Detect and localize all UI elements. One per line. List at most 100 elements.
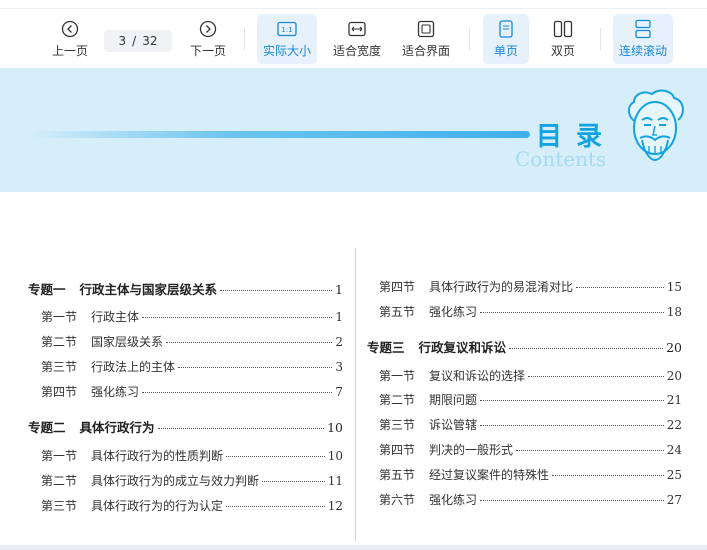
toc-entry-text: 行政主体与国家层级关系	[79, 282, 218, 297]
toc-section-entry[interactable]: 第六节 强化练习 27	[379, 491, 682, 509]
toc-section-entry[interactable]: 第二节 国家层级关系 2	[41, 333, 343, 351]
toc-chapter-entry[interactable]: 专题一 行政主体与国家层级关系 1	[28, 279, 343, 297]
toc-page-number: 15	[666, 280, 682, 294]
actual-size-button[interactable]: 1:1 实际大小	[257, 14, 317, 64]
toc-entry-number: 第二节	[41, 474, 78, 488]
toc-leader-dots	[178, 367, 333, 368]
toc-page-number: 27	[666, 493, 682, 507]
toc-entry-title: 第二节 具体行政行为的成立与效力判断	[41, 472, 259, 489]
toc-entry-title: 第五节 经过复议案件的特殊性	[379, 466, 549, 483]
toc-section-entry[interactable]: 第二节 期限问题 21	[379, 391, 682, 409]
toc-section-entry[interactable]: 第一节 复议和诉讼的选择 20	[379, 367, 682, 385]
chevron-left-icon	[59, 18, 81, 40]
toc-leader-dots	[166, 342, 333, 343]
toc-leader-dots	[516, 450, 664, 451]
document-page: 专题一 行政主体与国家层级关系 1 第一节 行政主体 1 第二节 国家层级关系 2 第三节 行政法上…	[0, 192, 707, 545]
continuous-scroll-button[interactable]: 连续滚动	[613, 14, 673, 64]
toolbar: 上一页 3 / 32 下一页 1:1 实际大小 适合宽度 适合界面 单页 双页 …	[0, 0, 707, 68]
toc-entry-number: 第六节	[379, 493, 416, 507]
toc-section-entry[interactable]: 第三节 行政法上的主体 3	[41, 358, 343, 376]
prev-page-button[interactable]: 上一页	[46, 14, 94, 64]
prev-page-label: 上一页	[51, 44, 88, 58]
toc-page-number: 2	[335, 335, 343, 349]
toc-entry-title: 第一节 复议和诉讼的选择	[379, 367, 525, 384]
toc-entry-number: 第二节	[41, 335, 78, 349]
chevron-right-icon	[197, 18, 219, 40]
toc-section-entry[interactable]: 第三节 具体行政行为的行为认定 12	[41, 497, 343, 515]
column-separator	[355, 248, 356, 542]
current-page-number[interactable]: 3	[119, 34, 127, 48]
toc-entry-text: 行政复议和诉讼	[418, 340, 507, 355]
toc-entry-title: 第二节 期限问题	[379, 391, 477, 408]
toc-page-number: 21	[666, 393, 682, 407]
fit-width-button[interactable]: 适合宽度	[327, 14, 387, 64]
toc-chapter-entry[interactable]: 专题三 行政复议和诉讼 20	[367, 337, 682, 355]
page-indicator[interactable]: 3 / 32	[104, 30, 172, 52]
next-page-label: 下一页	[189, 44, 226, 58]
toc-entry-text: 复议和诉讼的选择	[429, 369, 526, 383]
toc-entry-text: 期限问题	[429, 393, 478, 407]
toc-entry-text: 经过复议案件的特殊性	[429, 468, 550, 482]
toc-leader-dots	[552, 475, 664, 476]
toc-page-number: 25	[666, 468, 682, 482]
toc-page-number: 10	[327, 420, 343, 435]
toc-entry-text: 具体行政行为的易混淆对比	[429, 280, 574, 294]
toc-leader-dots	[262, 481, 325, 482]
toc-leader-dots	[480, 312, 664, 313]
fit-width-label: 适合宽度	[332, 44, 381, 58]
toc-page-number: 22	[666, 418, 682, 432]
toc-entry-number: 第三节	[41, 499, 78, 513]
toc-banner: 目录 Contents	[0, 68, 707, 192]
toc-entry-number: 专题二	[28, 420, 66, 435]
fit-page-label: 适合界面	[401, 44, 450, 58]
toc-entry-number: 第四节	[379, 443, 416, 457]
toc-page-number: 20	[666, 340, 682, 355]
toc-entry-text: 行政法上的主体	[91, 360, 176, 374]
toc-chapter-entry[interactable]: 专题二 具体行政行为 10	[28, 417, 343, 435]
toc-section-entry[interactable]: 第一节 具体行政行为的性质判断 10	[41, 447, 343, 465]
toc-page-number: 11	[327, 474, 343, 488]
toc-leader-dots	[576, 287, 664, 288]
toc-entry-text: 国家层级关系	[91, 335, 164, 349]
toc-section-entry[interactable]: 第四节 判决的一般形式 24	[379, 441, 682, 459]
toc-section-entry[interactable]: 第五节 强化练习 18	[379, 303, 682, 321]
toc-entry-text: 判决的一般形式	[429, 443, 514, 457]
toc-section-entry[interactable]: 第四节 具体行政行为的易混淆对比 15	[379, 278, 682, 296]
toc-section-entry[interactable]: 第一节 行政主体 1	[41, 308, 343, 326]
toc-page-number: 1	[335, 310, 343, 324]
toc-section-entry[interactable]: 第五节 经过复议案件的特殊性 25	[379, 466, 682, 484]
toc-entry-title: 第一节 行政主体	[41, 308, 139, 325]
toc-section-entry[interactable]: 第二节 具体行政行为的成立与效力判断 11	[41, 472, 343, 490]
toc-entry-title: 第四节 判决的一般形式	[379, 441, 513, 458]
toc-leader-dots	[142, 392, 333, 393]
toc-page-number: 12	[327, 499, 343, 513]
toc-entry-title: 第一节 具体行政行为的性质判断	[41, 447, 223, 464]
sage-avatar-icon	[628, 89, 684, 162]
toc-leader-dots	[480, 400, 664, 401]
toc-entry-text: 诉讼管辖	[429, 418, 478, 432]
toc-entry-title: 第三节 行政法上的主体	[41, 358, 175, 375]
fit-page-button[interactable]: 适合界面	[396, 14, 456, 64]
toc-section-entry[interactable]: 第四节 强化练习 7	[41, 383, 343, 401]
toc-entry-number: 第五节	[379, 468, 416, 482]
toc-page-number: 10	[327, 449, 343, 463]
single-page-button[interactable]: 单页	[483, 14, 529, 64]
toc-subtitle: Contents	[515, 147, 607, 171]
next-page-button[interactable]: 下一页	[184, 14, 232, 64]
toolbar-separator	[244, 28, 245, 50]
double-page-icon	[552, 18, 574, 40]
toc-page-number: 1	[335, 282, 343, 297]
double-page-button[interactable]: 双页	[540, 14, 586, 64]
toc-entry-text: 强化练习	[429, 493, 478, 507]
toc-entry-title: 第五节 强化练习	[379, 303, 477, 320]
toc-entry-number: 第二节	[379, 393, 416, 407]
toc-leader-dots	[142, 317, 333, 318]
toc-leader-dots	[480, 500, 664, 501]
toc-page-number: 18	[666, 305, 682, 319]
toc-entry-number: 第三节	[379, 418, 416, 432]
toolbar-divider	[0, 8, 707, 9]
continuous-scroll-icon	[632, 18, 654, 40]
toc-section-entry[interactable]: 第三节 诉讼管辖 22	[379, 416, 682, 434]
toc-entry-number: 第一节	[41, 310, 78, 324]
toc-entry-title: 专题一 行政主体与国家层级关系	[28, 279, 217, 298]
